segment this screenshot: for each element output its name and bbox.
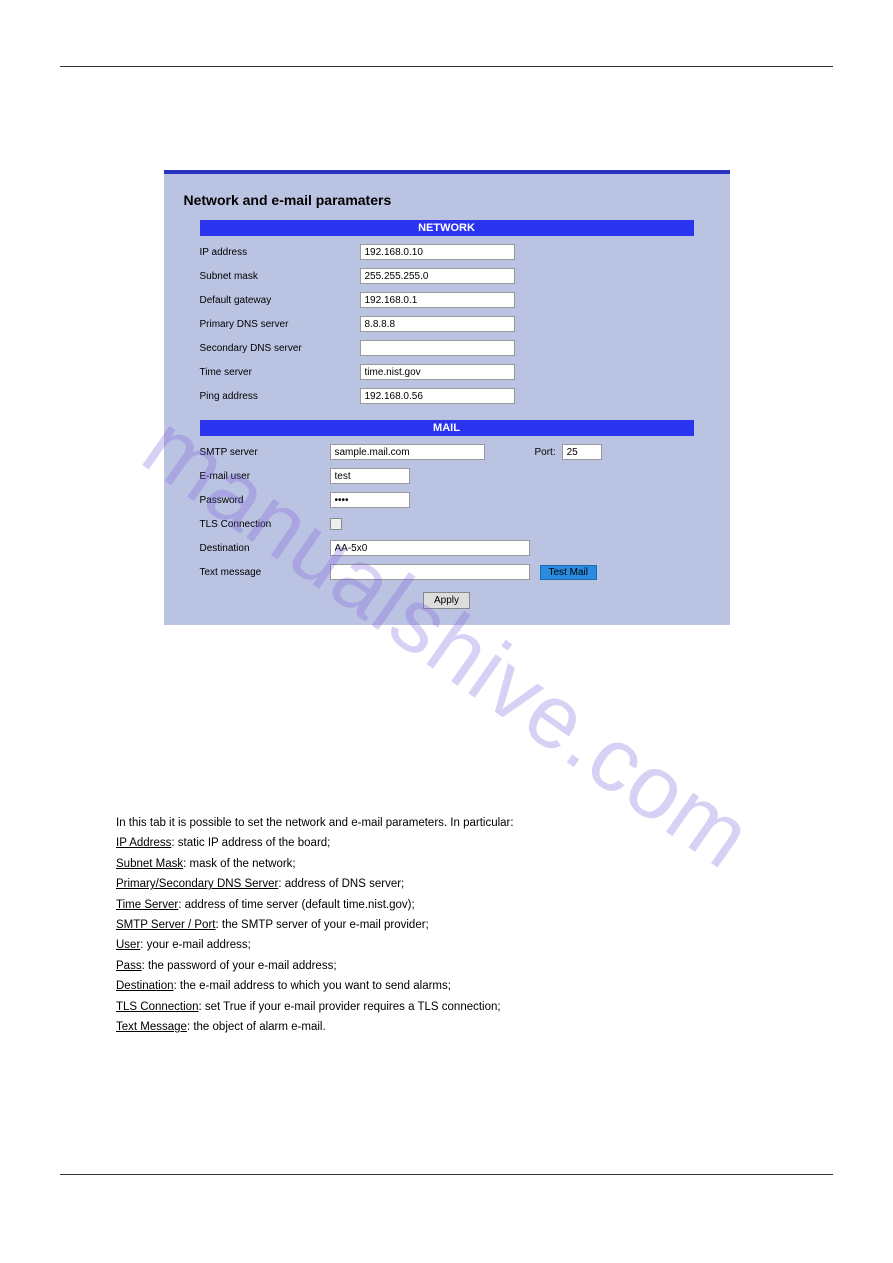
user-input[interactable] xyxy=(330,468,410,484)
page-content: Network and e-mail paramaters NETWORK IP… xyxy=(60,80,833,1163)
tls-checkbox[interactable] xyxy=(330,518,342,530)
section-mail-bar: MAIL xyxy=(200,420,694,436)
row-text: Text message Test Mail xyxy=(200,562,694,582)
desc-intro: In this tab it is possible to set the ne… xyxy=(116,814,803,832)
row-ip: IP address xyxy=(200,242,694,262)
desc-t-1: : mask of the network; xyxy=(183,858,296,870)
pdns-label: Primary DNS server xyxy=(200,319,330,330)
pdns-input[interactable] xyxy=(360,316,515,332)
embedded-screenshot: Network and e-mail paramaters NETWORK IP… xyxy=(164,170,730,625)
time-input[interactable] xyxy=(360,364,515,380)
gateway-input[interactable] xyxy=(360,292,515,308)
row-pass: Password xyxy=(200,490,694,510)
sdns-label: Secondary DNS server xyxy=(200,343,330,354)
pass-input[interactable] xyxy=(330,492,410,508)
desc-t-5: : your e-mail address; xyxy=(140,939,251,951)
ui-panel: Network and e-mail paramaters NETWORK IP… xyxy=(164,170,730,625)
apply-row: Apply xyxy=(184,592,710,609)
text-input[interactable] xyxy=(330,564,530,580)
desc-u-0: IP Address xyxy=(116,837,171,849)
desc-t-6: : the password of your e-mail address; xyxy=(142,960,337,972)
row-subnet: Subnet mask xyxy=(200,266,694,286)
bottom-rule xyxy=(60,1174,833,1175)
desc-item-9: Text Message: the object of alarm e-mail… xyxy=(116,1018,803,1036)
row-time: Time server xyxy=(200,362,694,382)
top-rule xyxy=(60,66,833,67)
dest-label: Destination xyxy=(200,543,330,554)
row-pdns: Primary DNS server xyxy=(200,314,694,334)
pass-label: Password xyxy=(200,495,330,506)
desc-item-1: Subnet Mask: mask of the network; xyxy=(116,855,803,873)
smtp-input[interactable] xyxy=(330,444,485,460)
desc-item-6: Pass: the password of your e-mail addres… xyxy=(116,957,803,975)
dest-input[interactable] xyxy=(330,540,530,556)
port-label: Port: xyxy=(535,447,556,458)
desc-item-4: SMTP Server / Port: the SMTP server of y… xyxy=(116,916,803,934)
desc-t-9: : the object of alarm e-mail. xyxy=(187,1021,326,1033)
desc-t-2: : address of DNS server; xyxy=(278,878,404,890)
desc-t-8: : set True if your e-mail provider requi… xyxy=(198,1001,500,1013)
desc-item-7: Destination: the e-mail address to which… xyxy=(116,977,803,995)
desc-u-2: Primary/Secondary DNS Server xyxy=(116,878,278,890)
sdns-input[interactable] xyxy=(360,340,515,356)
ping-label: Ping address xyxy=(200,391,330,402)
row-sdns: Secondary DNS server xyxy=(200,338,694,358)
row-gateway: Default gateway xyxy=(200,290,694,310)
panel-title: Network and e-mail paramaters xyxy=(184,192,710,208)
apply-button[interactable]: Apply xyxy=(423,592,470,609)
desc-item-3: Time Server: address of time server (def… xyxy=(116,896,803,914)
row-smtp: SMTP server Port: xyxy=(200,442,694,462)
user-label: E-mail user xyxy=(200,471,330,482)
desc-t-7: : the e-mail address to which you want t… xyxy=(174,980,451,992)
ping-input[interactable] xyxy=(360,388,515,404)
desc-item-8: TLS Connection: set True if your e-mail … xyxy=(116,998,803,1016)
desc-t-4: : the SMTP server of your e-mail provide… xyxy=(215,919,428,931)
port-input[interactable] xyxy=(562,444,602,460)
subnet-label: Subnet mask xyxy=(200,271,330,282)
desc-item-2: Primary/Secondary DNS Server: address of… xyxy=(116,875,803,893)
text-label: Text message xyxy=(200,567,330,578)
gateway-label: Default gateway xyxy=(200,295,330,306)
testmail-button[interactable]: Test Mail xyxy=(540,565,597,580)
ip-input[interactable] xyxy=(360,244,515,260)
desc-u-6: Pass xyxy=(116,960,142,972)
time-label: Time server xyxy=(200,367,330,378)
desc-u-9: Text Message xyxy=(116,1021,187,1033)
desc-t-0: : static IP address of the board; xyxy=(171,837,330,849)
subnet-input[interactable] xyxy=(360,268,515,284)
desc-t-3: : address of time server (default time.n… xyxy=(178,899,414,911)
row-tls: TLS Connection xyxy=(200,514,694,534)
desc-u-7: Destination xyxy=(116,980,174,992)
desc-u-8: TLS Connection xyxy=(116,1001,198,1013)
desc-u-3: Time Server xyxy=(116,899,178,911)
desc-item-5: User: your e-mail address; xyxy=(116,936,803,954)
smtp-label: SMTP server xyxy=(200,447,330,458)
desc-item-0: IP Address: static IP address of the boa… xyxy=(116,834,803,852)
ip-label: IP address xyxy=(200,247,330,258)
row-ping: Ping address xyxy=(200,386,694,406)
row-dest: Destination xyxy=(200,538,694,558)
description-block: In this tab it is possible to set the ne… xyxy=(116,814,803,1038)
row-user: E-mail user xyxy=(200,466,694,486)
tls-label: TLS Connection xyxy=(200,519,330,530)
desc-u-4: SMTP Server / Port xyxy=(116,919,215,931)
desc-u-5: User xyxy=(116,939,140,951)
section-network-bar: NETWORK xyxy=(200,220,694,236)
desc-u-1: Subnet Mask xyxy=(116,858,183,870)
